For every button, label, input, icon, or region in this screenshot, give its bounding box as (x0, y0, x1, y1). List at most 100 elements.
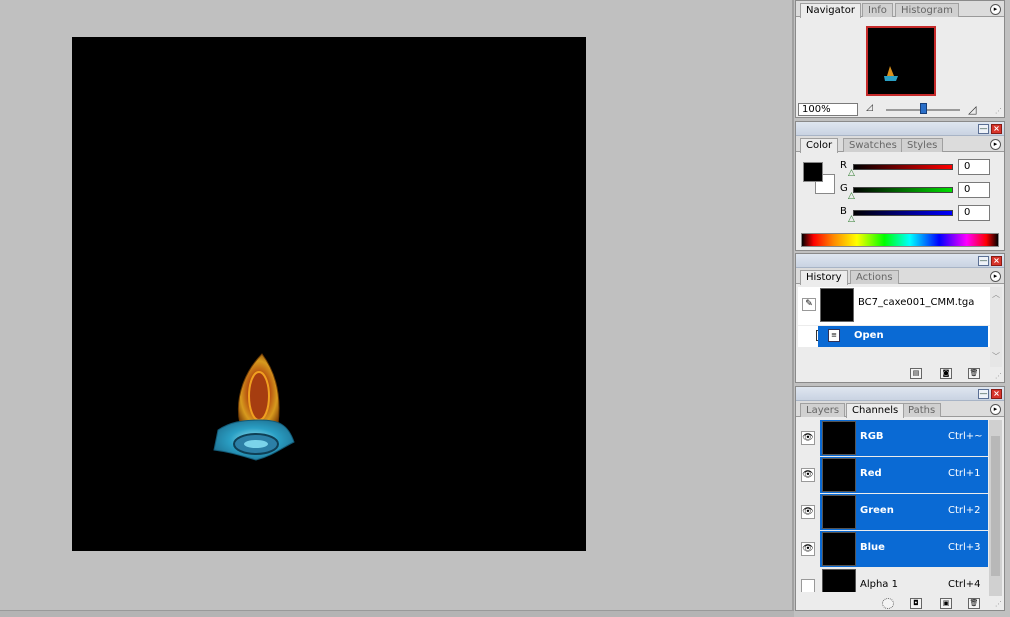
status-bar (0, 610, 794, 617)
color-tabs: Color Swatches Styles ▸ (796, 136, 1004, 153)
document-workspace[interactable] (0, 0, 794, 617)
red-value-field[interactable]: 0 (958, 159, 990, 175)
visibility-toggle[interactable] (801, 579, 815, 592)
image-canvas[interactable] (72, 37, 586, 551)
red-slider-handle[interactable]: △ (848, 168, 855, 178)
channel-shortcut: Ctrl+4 (948, 579, 981, 590)
green-value-field[interactable]: 0 (958, 182, 990, 198)
channels-panel-titlebar[interactable]: — × (796, 387, 1004, 401)
channel-row-green[interactable]: 👁 Green Ctrl+2 (798, 494, 988, 530)
channel-row-rgb[interactable]: 👁 RGB Ctrl+~ (798, 420, 988, 456)
history-panel: — × History Actions ▸ ✎ BC7_caxe001_CMM.… (795, 253, 1005, 383)
channel-name: Blue (860, 542, 885, 553)
channel-thumbnail (822, 532, 856, 566)
blue-value-field[interactable]: 0 (958, 205, 990, 221)
color-spectrum-ramp[interactable] (801, 233, 999, 247)
delete-channel-icon[interactable]: 🗑 (968, 598, 980, 609)
preview-artwork (884, 66, 898, 81)
tab-histogram[interactable]: Histogram (895, 3, 959, 17)
visibility-eye-icon[interactable]: 👁 (801, 431, 815, 445)
visibility-eye-icon[interactable]: 👁 (801, 505, 815, 519)
delete-state-icon[interactable]: 🗑 (968, 368, 980, 379)
scroll-up-icon[interactable]: ︿ (992, 289, 1000, 300)
close-icon[interactable]: × (991, 124, 1002, 134)
visibility-eye-icon[interactable]: 👁 (801, 542, 815, 556)
channel-shortcut: Ctrl+2 (948, 505, 981, 516)
blue-slider[interactable] (853, 210, 953, 216)
blue-label: B (840, 206, 847, 217)
panel-menu-button[interactable]: ▸ (990, 4, 1001, 15)
tab-swatches[interactable]: Swatches (843, 138, 903, 152)
channel-name: RGB (860, 431, 884, 442)
zoom-level-field[interactable]: 100% (798, 103, 858, 116)
green-slider[interactable] (853, 187, 953, 193)
channel-name: Green (860, 505, 894, 516)
history-scrollbar[interactable]: ︿ ﹀ (990, 287, 1002, 367)
resize-grip-icon[interactable]: ⋰ (995, 108, 1003, 116)
channel-row-red[interactable]: 👁 Red Ctrl+1 (798, 457, 988, 493)
minimize-icon[interactable]: — (978, 389, 989, 399)
zoom-slider-handle[interactable] (920, 103, 927, 114)
channel-shortcut: Ctrl+~ (948, 431, 983, 442)
new-channel-icon[interactable]: ▣ (940, 598, 952, 609)
color-panel-titlebar[interactable]: — × (796, 122, 1004, 136)
minimize-icon[interactable]: — (978, 124, 989, 134)
scroll-down-icon[interactable]: ﹀ (992, 351, 1000, 362)
history-step-open[interactable]: ≡ Open (818, 326, 988, 347)
channel-name: Red (860, 468, 882, 479)
green-label: G (840, 183, 848, 194)
zoom-in-icon[interactable]: ◿ (968, 103, 976, 116)
snapshot-thumbnail (820, 288, 854, 322)
channel-name: Alpha 1 (860, 579, 898, 590)
panel-menu-button[interactable]: ▸ (990, 271, 1001, 282)
navigator-preview[interactable] (866, 26, 936, 96)
visibility-eye-icon[interactable]: 👁 (801, 468, 815, 482)
new-snapshot-icon[interactable]: ◙ (940, 368, 952, 379)
tab-paths[interactable]: Paths (902, 403, 942, 417)
channel-thumbnail (822, 458, 856, 492)
channels-panel: — × Layers Channels Paths ▸ 👁 RGB Ctrl+~… (795, 386, 1005, 611)
red-label: R (840, 160, 847, 171)
navigator-tabs: Navigator Info Histogram ▸ (796, 1, 1004, 18)
tab-info[interactable]: Info (862, 3, 893, 17)
blue-slider-handle[interactable]: △ (848, 214, 855, 224)
tab-styles[interactable]: Styles (901, 138, 944, 152)
document-open-icon: ≡ (828, 329, 840, 342)
history-panel-titlebar[interactable]: — × (796, 254, 1004, 268)
channel-thumbnail (822, 495, 856, 529)
color-panel: — × Color Swatches Styles ▸ R △ 0 G △ 0 … (795, 121, 1005, 251)
channel-row-alpha[interactable]: Alpha 1 Ctrl+4 (798, 568, 988, 592)
channels-tabs: Layers Channels Paths ▸ (796, 401, 1004, 418)
channel-shortcut: Ctrl+3 (948, 542, 981, 553)
green-slider-handle[interactable]: △ (848, 191, 855, 201)
tab-navigator[interactable]: Navigator (800, 3, 861, 18)
resize-grip-icon[interactable]: ⋰ (995, 373, 1003, 381)
axe-texture-artwork (213, 353, 295, 461)
red-slider[interactable] (853, 164, 953, 170)
history-tabs: History Actions ▸ (796, 268, 1004, 285)
channel-row-blue[interactable]: 👁 Blue Ctrl+3 (798, 531, 988, 567)
history-brush-source-icon[interactable]: ✎ (802, 298, 816, 311)
scrollbar-thumb[interactable] (991, 436, 1000, 576)
panel-menu-button[interactable]: ▸ (990, 404, 1001, 415)
save-selection-icon[interactable]: ◘ (910, 598, 922, 609)
close-icon[interactable]: × (991, 389, 1002, 399)
channels-scrollbar[interactable] (989, 420, 1002, 596)
foreground-color-swatch[interactable] (803, 162, 823, 182)
tab-layers[interactable]: Layers (800, 403, 846, 417)
resize-grip-icon[interactable]: ⋰ (995, 601, 1003, 609)
tab-actions[interactable]: Actions (850, 270, 899, 284)
minimize-icon[interactable]: — (978, 256, 989, 266)
channel-thumbnail (822, 569, 856, 592)
zoom-out-icon[interactable]: ◿ (866, 103, 873, 113)
tab-color[interactable]: Color (800, 138, 839, 153)
workspace-edge (792, 0, 794, 617)
new-document-from-state-icon[interactable]: ▤ (910, 368, 922, 379)
load-selection-icon[interactable] (882, 598, 894, 609)
panel-menu-button[interactable]: ▸ (990, 139, 1001, 150)
tab-channels[interactable]: Channels (846, 403, 905, 418)
channel-shortcut: Ctrl+1 (948, 468, 981, 479)
tab-history[interactable]: History (800, 270, 848, 285)
close-icon[interactable]: × (991, 256, 1002, 266)
navigator-panel: Navigator Info Histogram ▸ 100% ◿ ◿ ⋰ (795, 0, 1005, 118)
